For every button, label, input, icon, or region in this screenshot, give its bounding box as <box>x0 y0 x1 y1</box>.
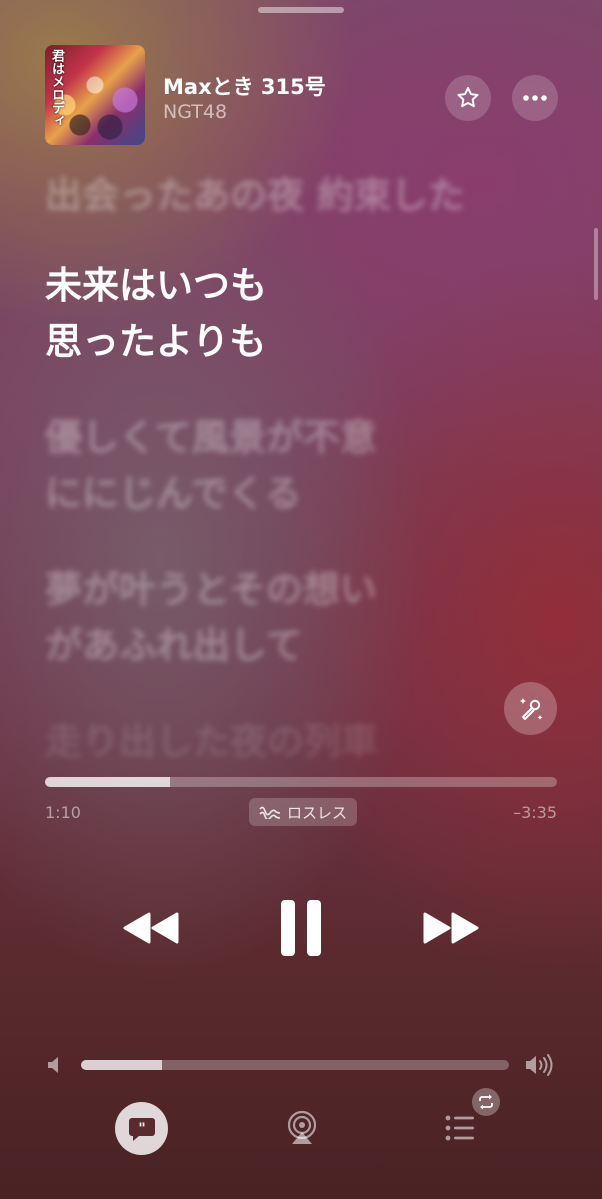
queue-button[interactable] <box>440 1112 480 1144</box>
volume-level-fill <box>81 1060 163 1070</box>
ellipsis-icon <box>523 95 547 101</box>
star-icon <box>457 87 479 108</box>
volume-low-icon <box>48 1057 58 1073</box>
playback-scrubber[interactable] <box>45 777 557 787</box>
repeat-indicator[interactable] <box>472 1088 500 1116</box>
microphone-sparkles-icon <box>519 697 542 720</box>
album-artwork[interactable]: 君はメロディ <box>45 45 145 145</box>
lyrics-view[interactable]: 出会ったあの夜 約束した 未来はいつも 思ったよりも 優しくて風景が不意 ににじ… <box>45 168 565 770</box>
airplay-button[interactable] <box>282 1108 322 1148</box>
pause-icon <box>281 900 321 956</box>
repeat-icon <box>479 1094 493 1110</box>
favorite-button[interactable] <box>445 75 491 121</box>
lyric-line-current[interactable]: 未来はいつも 思ったよりも <box>45 258 565 370</box>
lossless-wave-icon <box>259 806 281 819</box>
track-artist[interactable]: NGT48 <box>163 101 227 123</box>
backward-icon <box>123 912 179 944</box>
now-playing-header: 君はメロディ Maxとき 315号 NGT48 <box>45 45 558 145</box>
bottom-toolbar: " <box>0 1088 602 1158</box>
track-title: Maxとき 315号 <box>163 75 326 99</box>
forward-icon <box>423 912 479 944</box>
lyrics-scroll-indicator <box>594 228 598 300</box>
lyrics-toggle-button[interactable]: " <box>115 1102 168 1155</box>
playback-progress-fill <box>45 777 171 787</box>
lyric-line-upcoming-faded[interactable]: 走り出した夜の列車 <box>45 714 565 770</box>
artwork-title-text: 君はメロディ <box>49 49 64 127</box>
airplay-icon <box>287 1110 317 1144</box>
lyric-line-next[interactable]: 優しくて風景が不意 ににじんでくる <box>45 410 565 522</box>
svg-text:": " <box>138 1121 145 1137</box>
elapsed-time: 1:10 <box>45 803 81 822</box>
pause-button[interactable] <box>270 895 332 961</box>
lyric-line-past[interactable]: 出会ったあの夜 約束した <box>45 168 565 224</box>
remaining-time: –3:35 <box>513 803 557 822</box>
more-button[interactable] <box>512 75 558 121</box>
rewind-button[interactable] <box>118 901 184 955</box>
lossless-label: ロスレス <box>287 803 348 822</box>
quote-bubble-icon: " <box>128 1117 155 1141</box>
sheet-grabber[interactable] <box>258 7 344 13</box>
forward-button[interactable] <box>418 901 484 955</box>
lyric-line-upcoming[interactable]: 夢が叶うとその想い があふれ出して <box>45 562 565 674</box>
sing-button[interactable] <box>504 682 557 735</box>
volume-slider[interactable] <box>81 1060 509 1070</box>
volume-high-icon <box>526 1054 553 1076</box>
lossless-badge[interactable]: ロスレス <box>249 798 358 826</box>
list-icon <box>445 1115 474 1141</box>
transport-controls <box>0 895 602 961</box>
